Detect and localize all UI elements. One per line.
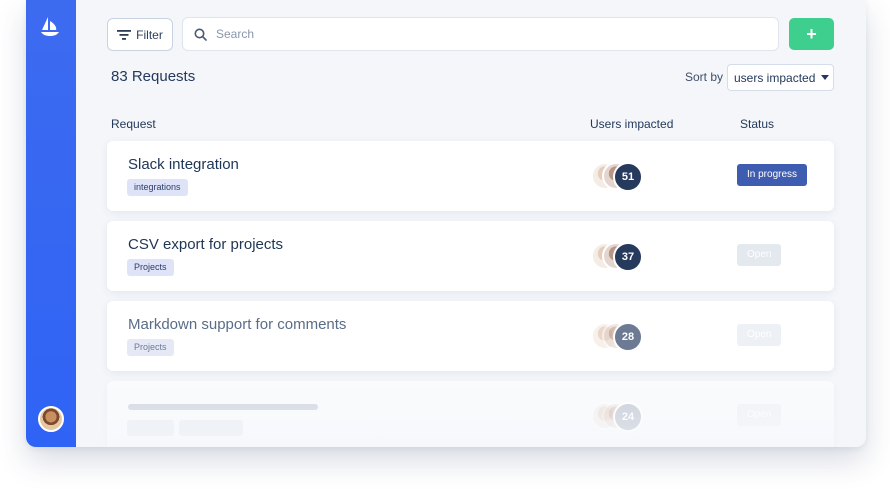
sailboat-logo-icon[interactable] (39, 16, 61, 38)
users-impacted-count: 37 (613, 242, 643, 272)
request-tag[interactable]: integrations (127, 179, 188, 196)
users-avatar-stack: 28 (591, 322, 647, 352)
skeleton-tag (179, 420, 243, 436)
request-tag[interactable]: Projects (127, 259, 174, 276)
status-badge: In progress (737, 164, 808, 186)
search-input[interactable] (216, 27, 756, 41)
column-header-status: Status (740, 117, 775, 131)
add-request-button[interactable]: + (789, 18, 834, 50)
user-avatar[interactable] (38, 406, 64, 432)
users-avatar-stack: 24 (591, 402, 647, 432)
search-box[interactable] (182, 17, 779, 51)
request-count: 83 Requests (111, 68, 196, 85)
filter-icon (117, 29, 132, 40)
request-title[interactable]: Markdown support for comments (128, 316, 346, 333)
skeleton-tag (127, 420, 174, 436)
filter-button[interactable]: Filter (107, 18, 173, 51)
main-content: Filter + 83 Requests Sort by users impac… (76, 0, 866, 447)
request-title[interactable]: Slack integration (128, 156, 239, 173)
users-avatar-stack: 51 (591, 162, 647, 192)
sidebar (26, 0, 76, 447)
status-badge: Open (737, 244, 782, 266)
sort-label: Sort by (685, 70, 724, 84)
request-row[interactable]: Markdown support for comments Projects 2… (107, 301, 834, 371)
caret-down-icon (821, 75, 830, 80)
users-impacted-count: 24 (613, 402, 643, 432)
filter-label: Filter (136, 27, 163, 42)
plus-icon: + (806, 23, 817, 44)
column-header-users: Users impacted (590, 117, 674, 131)
app-window: Filter + 83 Requests Sort by users impac… (26, 0, 866, 447)
sort-select[interactable]: users impacted (727, 64, 834, 91)
request-row[interactable]: CSV export for projects Projects 37 Open (107, 221, 834, 291)
users-impacted-count: 51 (613, 162, 643, 192)
sort-value: users impacted (734, 70, 816, 85)
users-avatar-stack: 37 (591, 242, 647, 272)
skeleton-title (128, 404, 318, 410)
users-impacted-count: 28 (613, 322, 643, 352)
request-row-placeholder: 24 Open (107, 381, 834, 447)
request-title[interactable]: CSV export for projects (128, 236, 283, 253)
search-icon (194, 28, 207, 41)
status-badge: Open (737, 324, 782, 346)
request-tag[interactable]: Projects (127, 339, 174, 356)
column-header-request: Request (111, 117, 156, 131)
status-badge: Open (737, 404, 782, 426)
request-row[interactable]: Slack integration integrations 51 In pro… (107, 141, 834, 211)
